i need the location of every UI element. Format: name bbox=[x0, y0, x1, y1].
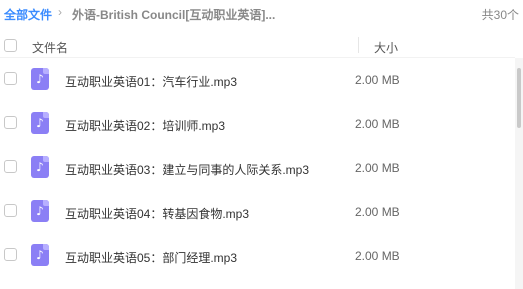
scrollbar-thumb[interactable] bbox=[517, 68, 521, 128]
audio-file-icon: ♪ bbox=[31, 244, 49, 266]
row-checkbox[interactable] bbox=[4, 116, 17, 129]
audio-file-icon: ♪ bbox=[31, 68, 49, 90]
row-checkbox[interactable] bbox=[4, 160, 17, 173]
vertical-scrollbar[interactable] bbox=[515, 58, 523, 289]
row-checkbox[interactable] bbox=[4, 72, 17, 85]
column-divider[interactable] bbox=[358, 37, 359, 53]
breadcrumb: 全部文件 › 外语-British Council[互动职业英语]... 共30… bbox=[0, 0, 523, 28]
file-size: 2.00 MB bbox=[355, 249, 400, 263]
file-name[interactable]: 互动职业英语01：汽车行业.mp3 bbox=[65, 73, 237, 90]
breadcrumb-current-folder[interactable]: 外语-British Council[互动职业英语]... bbox=[72, 6, 275, 23]
file-size: 2.00 MB bbox=[355, 161, 400, 175]
file-row[interactable]: ♪ 互动职业英语04：转基因食物.mp3 2.00 MB bbox=[0, 190, 515, 234]
audio-file-icon: ♪ bbox=[31, 112, 49, 134]
file-row[interactable]: ♪ 互动职业英语02：培训师.mp3 2.00 MB bbox=[0, 102, 515, 146]
breadcrumb-separator-icon: › bbox=[58, 5, 62, 19]
file-row[interactable]: ♪ 互动职业英语05：部门经理.mp3 2.00 MB bbox=[0, 234, 515, 278]
file-list: ♪ 互动职业英语01：汽车行业.mp3 2.00 MB ♪ 互动职业英语02：培… bbox=[0, 58, 515, 289]
total-count: 共30个 bbox=[481, 8, 519, 22]
file-name[interactable]: 互动职业英语04：转基因食物.mp3 bbox=[65, 205, 249, 222]
file-row[interactable]: ♪ 互动职业英语03：建立与同事的人际关系.mp3 2.00 MB bbox=[0, 146, 515, 190]
file-name[interactable]: 互动职业英语02：培训师.mp3 bbox=[65, 117, 225, 134]
file-row[interactable]: ♪ 互动职业英语01：汽车行业.mp3 2.00 MB bbox=[0, 58, 515, 102]
column-header-name[interactable]: 文件名 bbox=[32, 39, 68, 56]
row-checkbox[interactable] bbox=[4, 204, 17, 217]
file-size: 2.00 MB bbox=[355, 205, 400, 219]
audio-file-icon: ♪ bbox=[31, 200, 49, 222]
select-all-checkbox[interactable] bbox=[4, 39, 17, 52]
file-name[interactable]: 互动职业英语05：部门经理.mp3 bbox=[65, 249, 237, 266]
breadcrumb-root-link[interactable]: 全部文件 bbox=[4, 6, 52, 23]
audio-file-icon: ♪ bbox=[31, 156, 49, 178]
row-checkbox[interactable] bbox=[4, 248, 17, 261]
column-header-size[interactable]: 大小 bbox=[374, 39, 398, 56]
file-size: 2.00 MB bbox=[355, 73, 400, 87]
list-header: 文件名 大小 bbox=[0, 34, 515, 58]
file-size: 2.00 MB bbox=[355, 117, 400, 131]
file-name[interactable]: 互动职业英语03：建立与同事的人际关系.mp3 bbox=[65, 161, 309, 178]
